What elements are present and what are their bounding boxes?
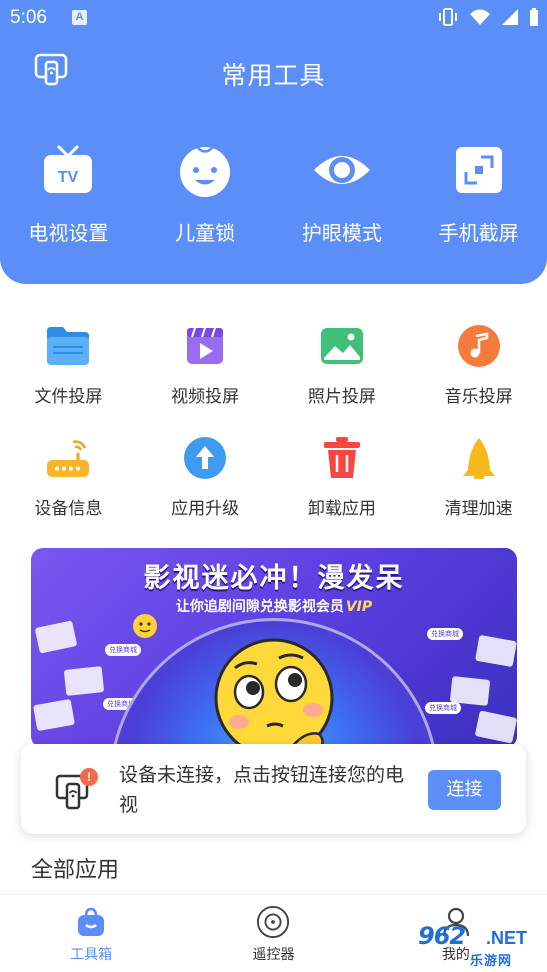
tool-row: TV 电视设置 儿童锁 护眼模式 手机截屏 xyxy=(0,140,547,246)
tool-tv-settings[interactable]: TV 电视设置 xyxy=(0,140,137,246)
tool-label: 护眼模式 xyxy=(301,221,382,245)
banner-tag: 兑换商城 xyxy=(105,644,141,656)
nav-label: 遥控器 xyxy=(252,947,295,963)
video-icon xyxy=(181,322,229,370)
baby-face-icon xyxy=(175,140,235,200)
grid-row: 文件投屏 视频投屏 照片投屏 音乐投屏 xyxy=(0,322,547,434)
banner-title: 影视迷必冲！漫发呆 xyxy=(143,563,405,594)
banner-tag: 兑换商城 xyxy=(427,628,463,640)
grid-label: 应用升级 xyxy=(171,499,240,519)
grid-label: 音乐投屏 xyxy=(444,387,513,407)
banner-card xyxy=(63,666,105,696)
page-title: 常用工具 xyxy=(221,61,326,90)
remote-disc-icon xyxy=(256,905,290,939)
header: 5:06 A 常用工具 TV 电视设置 儿童锁 护眼模式 手机截屏 xyxy=(0,0,547,284)
banner-subtitle-text: 让你追剧间隙兑换影视会员 xyxy=(175,599,344,615)
promo-banner[interactable]: 兑换商城 兑换商城 兑换商城 兑换商城 影视迷必冲！漫发呆 让你追剧间隙兑换影视… xyxy=(31,548,517,748)
wifi-icon xyxy=(470,9,490,25)
thinking-emoji-icon xyxy=(214,638,334,748)
banner-subtitle: 让你追剧间隙兑换影视会员 VIP xyxy=(31,596,517,616)
grid-label: 文件投屏 xyxy=(34,387,103,407)
tool-eye-care[interactable]: 护眼模式 xyxy=(274,140,411,246)
banner-cards-left: 兑换商城 兑换商城 xyxy=(31,618,141,748)
router-icon xyxy=(44,434,92,482)
status-bar: 5:06 A xyxy=(0,0,547,36)
grid-label: 设备信息 xyxy=(34,499,103,519)
battery-icon xyxy=(530,8,538,26)
grid-label: 视频投屏 xyxy=(171,387,240,407)
grid-label: 清理加速 xyxy=(444,499,513,519)
tool-label: 手机截屏 xyxy=(438,221,519,245)
banner-cards-right: 兑换商城 兑换商城 xyxy=(425,618,517,748)
tool-child-lock[interactable]: 儿童锁 xyxy=(137,140,274,246)
connect-card: ! 设备未连接，点击按钮连接您的电视 连接 xyxy=(21,744,526,834)
alert-badge: ! xyxy=(80,768,98,786)
grid-item-music-cast[interactable]: 音乐投屏 xyxy=(410,322,547,434)
photo-icon xyxy=(318,322,366,370)
tool-screenshot[interactable]: 手机截屏 xyxy=(410,140,547,246)
watermark-domain: .NET xyxy=(486,928,528,948)
trash-icon xyxy=(318,434,366,482)
folder-icon xyxy=(44,322,92,370)
grid-item-video-cast[interactable]: 视频投屏 xyxy=(137,322,274,434)
watermark-logo: 962 .NET 乐游网 xyxy=(412,920,542,969)
feature-grid: 文件投屏 视频投屏 照片投屏 音乐投屏 设备信息 应用升级 卸载应用 清理加速 xyxy=(0,322,547,546)
grid-label: 照片投屏 xyxy=(307,387,376,407)
section-title: 全部应用 xyxy=(31,858,120,883)
eye-icon xyxy=(312,140,372,200)
small-emoji-icon xyxy=(133,614,157,638)
grid-label: 卸载应用 xyxy=(307,499,376,519)
nav-item-toolbox[interactable]: 工具箱 xyxy=(0,895,182,972)
nav-label: 工具箱 xyxy=(70,947,113,963)
banner-vip: VIP xyxy=(345,599,373,615)
grid-item-uninstall[interactable]: 卸载应用 xyxy=(274,434,411,546)
bag-icon xyxy=(74,905,108,939)
svg-text:TV: TV xyxy=(58,169,79,186)
grid-item-clean-boost[interactable]: 清理加速 xyxy=(410,434,547,546)
banner-card xyxy=(33,698,75,732)
tool-label: 电视设置 xyxy=(28,221,109,245)
grid-row: 设备信息 应用升级 卸载应用 清理加速 xyxy=(0,434,547,546)
banner-card xyxy=(34,620,78,654)
vibrate-icon xyxy=(439,8,457,26)
signal-icon xyxy=(502,9,518,25)
upgrade-icon xyxy=(181,434,229,482)
watermark-number: 962 xyxy=(418,922,466,950)
music-icon xyxy=(455,322,503,370)
banner-card xyxy=(475,634,517,668)
grid-item-photo-cast[interactable]: 照片投屏 xyxy=(274,322,411,434)
rocket-icon xyxy=(455,434,503,482)
connect-message: 设备未连接，点击按钮连接您的电视 xyxy=(119,764,405,816)
screenshot-icon xyxy=(449,140,509,200)
status-time: 5:06 xyxy=(10,7,47,28)
nav-item-remote[interactable]: 遥控器 xyxy=(182,895,364,972)
grid-item-app-upgrade[interactable]: 应用升级 xyxy=(137,434,274,546)
watermark-sub: 乐游网 xyxy=(470,954,513,969)
grid-item-device-info[interactable]: 设备信息 xyxy=(0,434,137,546)
tool-label: 儿童锁 xyxy=(175,221,236,245)
banner-tag: 兑换商城 xyxy=(425,702,461,714)
grid-item-file-cast[interactable]: 文件投屏 xyxy=(0,322,137,434)
notification-icon: A xyxy=(72,10,87,25)
connect-button[interactable]: 连接 xyxy=(428,770,501,810)
status-icons xyxy=(437,8,539,26)
tv-icon: TV xyxy=(38,140,98,200)
banner-card xyxy=(474,710,517,744)
